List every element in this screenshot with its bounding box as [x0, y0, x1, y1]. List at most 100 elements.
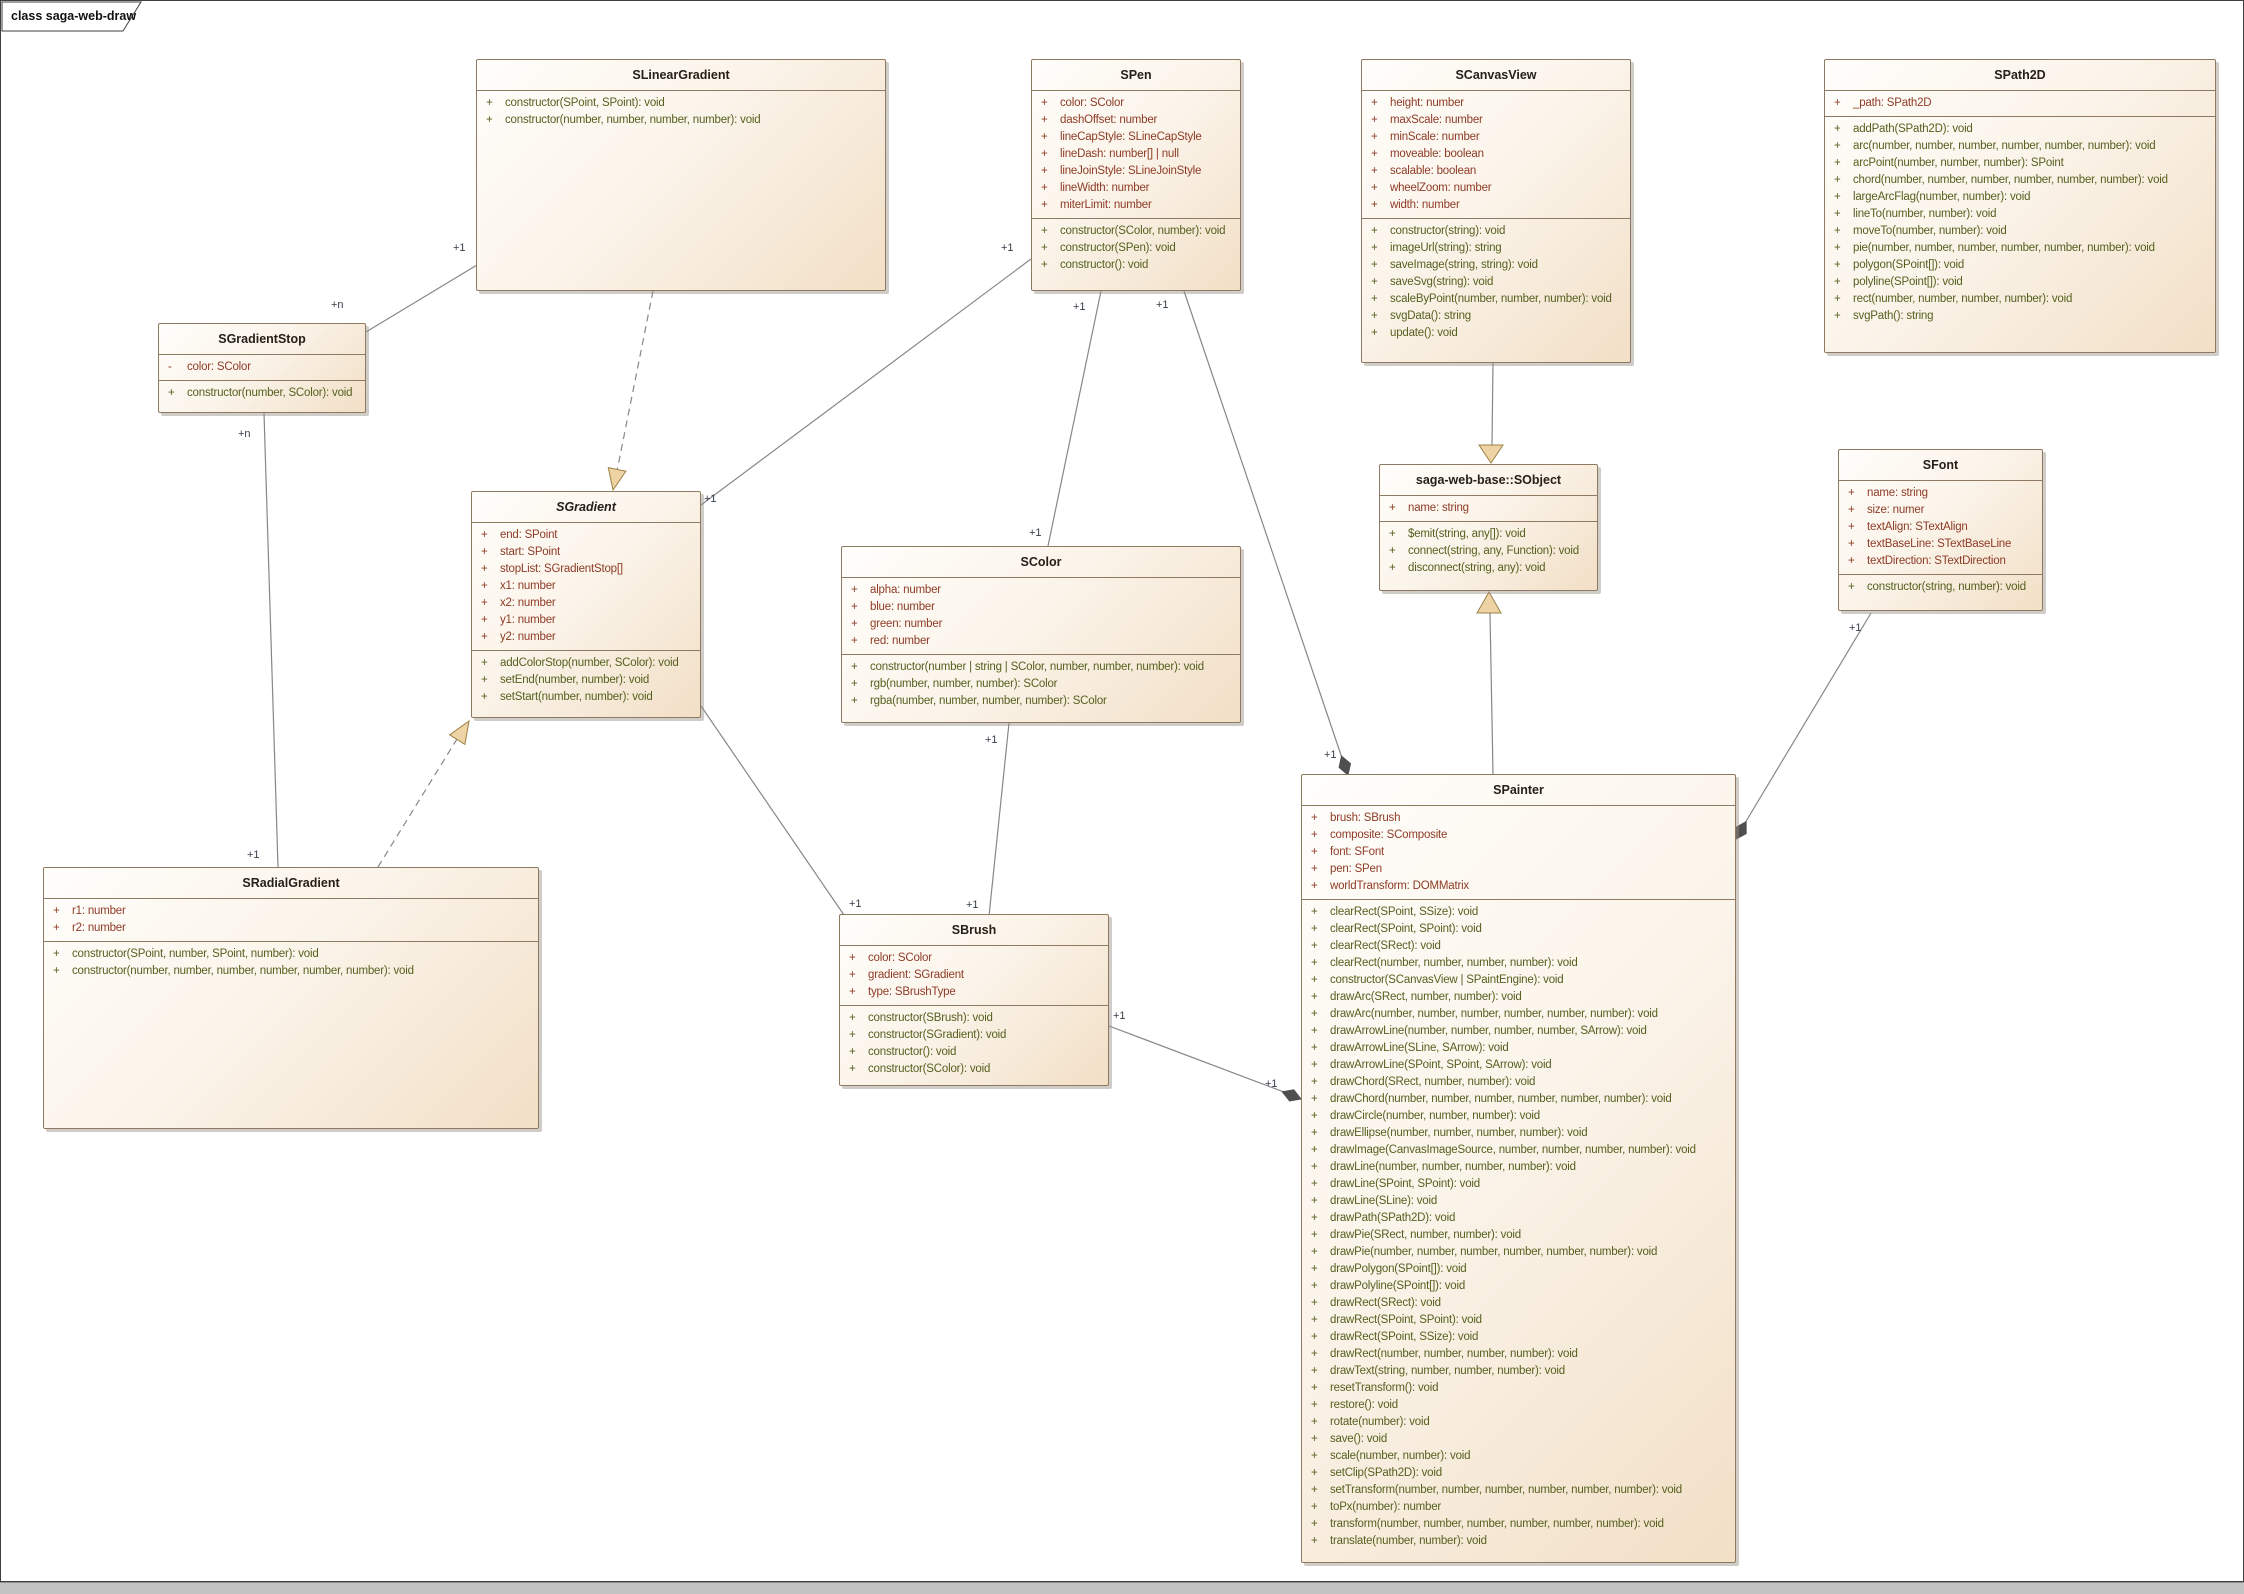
member-signature: start: SPoint: [500, 546, 560, 558]
member-signature: pen: SPen: [1330, 863, 1382, 875]
method-row: +moveTo(number, number): void: [1825, 223, 2215, 240]
methods-section: +constructor(number, SColor): void: [159, 380, 365, 406]
visibility-marker: +: [1311, 1227, 1318, 1244]
multiplicity-label: +1: [247, 849, 260, 861]
method-row: +svgPath(): string: [1825, 308, 2215, 325]
attribute-row: +height: number: [1362, 95, 1630, 112]
class-SCanvasView[interactable]: SCanvasView+height: number+maxScale: num…: [1361, 59, 1631, 363]
member-signature: drawLine(number, number, number, number)…: [1330, 1161, 1576, 1173]
member-signature: color: SColor: [1060, 97, 1124, 109]
attribute-row: +color: SColor: [840, 950, 1108, 967]
attribute-row: +textAlign: STextAlign: [1839, 519, 2042, 536]
generalization-radialgradient-gradient[interactable]: [378, 739, 457, 867]
method-row: +setStart(number, number): void: [472, 689, 700, 706]
member-signature: transform(number, number, number, number…: [1330, 1518, 1664, 1530]
member-signature: x1: number: [500, 580, 556, 592]
method-row: +constructor(SGradient): void: [840, 1027, 1108, 1044]
member-signature: constructor(string, number): void: [1867, 581, 2026, 593]
visibility-marker: +: [1041, 240, 1048, 257]
class-SGradient[interactable]: SGradient+end: SPoint+start: SPoint+stop…: [471, 491, 701, 718]
member-signature: constructor(SBrush): void: [868, 1012, 993, 1024]
method-row: +drawPath(SPath2D): void: [1302, 1210, 1735, 1227]
visibility-marker: +: [1848, 553, 1855, 570]
member-signature: drawArrowLine(SLine, SArrow): void: [1330, 1042, 1509, 1054]
association-gradient-pen[interactable]: [701, 259, 1031, 505]
attribute-row: +stopList: SGradientStop[]: [472, 561, 700, 578]
attribute-row: +x1: number: [472, 578, 700, 595]
class-title: SLinearGradient: [477, 60, 885, 91]
composition-font-painter[interactable]: [1745, 613, 1871, 823]
attribute-row: -color: SColor: [159, 359, 365, 376]
member-signature: toPx(number): number: [1330, 1501, 1441, 1513]
method-row: +disconnect(string, any): void: [1380, 560, 1597, 577]
method-row: +constructor(): void: [1032, 257, 1240, 274]
member-signature: constructor(string): void: [1390, 225, 1505, 237]
visibility-marker: +: [1041, 223, 1048, 240]
method-row: +transform(number, number, number, numbe…: [1302, 1516, 1735, 1533]
method-row: +$emit(string, any[]): void: [1380, 526, 1597, 543]
class-SRadialGradient[interactable]: SRadialGradient+r1: number+r2: number+co…: [43, 867, 539, 1129]
generalization-lineargradient-gradient[interactable]: [617, 291, 653, 471]
attribute-row: +name: string: [1380, 500, 1597, 517]
visibility-marker: +: [1311, 1023, 1318, 1040]
attributes-section: +r1: number+r2: number: [44, 899, 538, 941]
method-row: +constructor(SPoint, SPoint): void: [477, 95, 885, 112]
member-signature: lineJoinStyle: SLineJoinStyle: [1060, 165, 1201, 177]
visibility-marker: +: [1371, 308, 1378, 325]
class-SGradientStop[interactable]: SGradientStop-color: SColor+constructor(…: [158, 323, 366, 413]
member-signature: x2: number: [500, 597, 556, 609]
attribute-row: +moveable: boolean: [1362, 146, 1630, 163]
generalization-painter-sobject[interactable]: [1490, 613, 1493, 774]
method-row: +drawArrowLine(number, number, number, n…: [1302, 1023, 1735, 1040]
member-signature: height: number: [1390, 97, 1464, 109]
attribute-row: +r1: number: [44, 903, 538, 920]
visibility-marker: +: [1311, 1482, 1318, 1499]
class-SFont[interactable]: SFont+name: string+size: numer+textAlign…: [1838, 449, 2043, 611]
attribute-row: +lineJoinStyle: SLineJoinStyle: [1032, 163, 1240, 180]
association-pen-color[interactable]: [1048, 291, 1101, 546]
generalization-canvasview-sobject[interactable]: [1492, 363, 1493, 446]
class-SPainter[interactable]: SPainter+brush: SBrush+composite: SCompo…: [1301, 774, 1736, 1563]
member-signature: alpha: number: [870, 584, 941, 596]
method-row: +drawArrowLine(SLine, SArrow): void: [1302, 1040, 1735, 1057]
association-gradientstop-radialgradient[interactable]: [264, 413, 278, 867]
class-SColor[interactable]: SColor+alpha: number+blue: number+green:…: [841, 546, 1241, 723]
member-signature: name: string: [1408, 502, 1469, 514]
member-signature: scale(number, number): void: [1330, 1450, 1470, 1462]
methods-section: + constructor(SBrush): void +constructor(S…: [840, 1005, 1108, 1082]
attribute-row: +lineCapStyle: SLineCapStyle: [1032, 129, 1240, 146]
method-row: +drawCircle(number, number, number): voi…: [1302, 1108, 1735, 1125]
method-row: +rgba(number, number, number, number): S…: [842, 693, 1240, 710]
visibility-marker: +: [1848, 536, 1855, 553]
class-SBrush[interactable]: SBrush+color: SColor+gradient: SGradient…: [839, 914, 1109, 1086]
association-gradient-brush[interactable]: [701, 706, 846, 918]
association-color-brush[interactable]: [989, 723, 1009, 916]
class-SLinearGradient[interactable]: SLinearGradient +constructor(SPoint, SPoi…: [476, 59, 886, 291]
class-saga-web-base-SObject[interactable]: saga-web-base::SObject+name: string+$emi…: [1379, 464, 1598, 591]
composition-brush-painter[interactable]: [1109, 1026, 1284, 1092]
attribute-row: +maxScale: number: [1362, 112, 1630, 129]
multiplicity-label: +1: [1265, 1078, 1278, 1090]
visibility-marker: +: [1834, 155, 1841, 172]
attribute-row: +type: SBrushType: [840, 984, 1108, 1001]
visibility-marker: +: [1371, 146, 1378, 163]
visibility-marker: +: [1371, 240, 1378, 257]
class-SPath2D[interactable]: SPath2D+_path: SPath2D+addPath(SPath2D):…: [1824, 59, 2216, 353]
method-row: +rotate(number): void: [1302, 1414, 1735, 1431]
member-signature: r1: number: [72, 905, 126, 917]
method-row: +clearRect(SPoint, SPoint): void: [1302, 921, 1735, 938]
member-signature: stopList: SGradientStop[]: [500, 563, 623, 575]
attribute-row: +scalable: boolean: [1362, 163, 1630, 180]
method-row: +scaleByPoint(number, number, number): v…: [1362, 291, 1630, 308]
class-SPen[interactable]: SPen+color: SColor+dashOffset: number+li…: [1031, 59, 1241, 291]
visibility-marker: +: [849, 1027, 856, 1044]
multiplicity-label: +1: [1849, 622, 1862, 634]
association-gradientstop-lineargradient[interactable]: [366, 265, 477, 332]
attribute-row: +composite: SComposite: [1302, 827, 1735, 844]
visibility-marker: +: [1371, 112, 1378, 129]
method-row: +drawLine(number, number, number, number…: [1302, 1159, 1735, 1176]
class-title: SPath2D: [1825, 60, 2215, 91]
visibility-marker: +: [1371, 257, 1378, 274]
visibility-marker: +: [1311, 810, 1318, 827]
visibility-marker: +: [1834, 138, 1841, 155]
